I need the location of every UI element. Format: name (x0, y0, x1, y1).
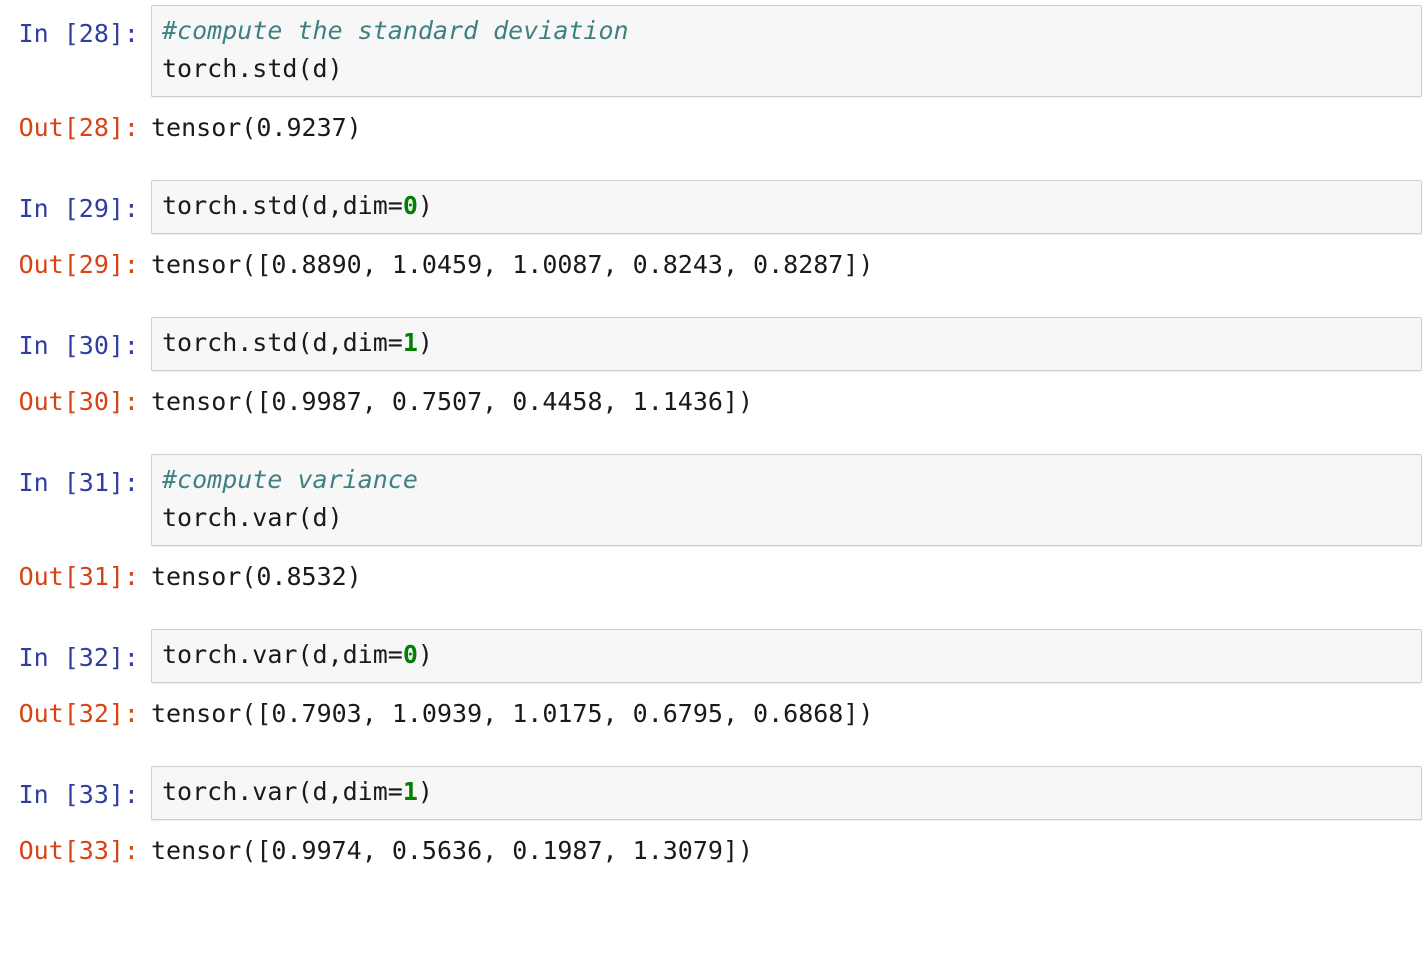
cell-output-text: tensor([0.9987, 0.7507, 0.4458, 1.1436]) (151, 387, 754, 416)
code-editor-area[interactable]: #compute the standard deviation torch.std… (151, 5, 1422, 97)
notebook-cell-list: In [28]: #compute the standard deviation t… (0, 0, 1425, 870)
code-token-plain: torch.var(d) (162, 503, 343, 532)
code-editor-area[interactable]: torch.var(d,dim=0) (151, 629, 1422, 683)
code-token-plain: torch.var(d,dim= (162, 777, 403, 806)
code-editor-area[interactable]: torch.var(d,dim=1) (151, 766, 1422, 820)
in-prompt-label: In [33]: (18, 780, 139, 809)
cell-output-text: tensor(0.9237) (151, 113, 362, 142)
code-editor-area[interactable]: torch.std(d,dim=0) (151, 180, 1422, 234)
code-token-plain: ) (417, 640, 433, 669)
out-prompt-label: Out[33]: (18, 836, 139, 865)
code-token-comment: #compute variance (162, 465, 418, 494)
code-cell-input-row: In [29]: torch.std(d,dim=0) (0, 180, 1425, 234)
notebook-cell[interactable]: In [28]: #compute the standard deviation t… (0, 5, 1425, 147)
cell-output-text: tensor([0.9974, 0.5636, 0.1987, 1.3079]) (151, 836, 754, 865)
code-cell-output-row: Out[28]: tensor(0.9237) (0, 105, 1425, 147)
code-editor-area[interactable]: #compute variance torch.var(d) (151, 454, 1422, 546)
code-cell-input-row: In [30]: torch.std(d,dim=1) (0, 317, 1425, 371)
code-token-plain: torch.std(d,dim= (162, 328, 403, 357)
code-cell-output-row: Out[32]: tensor([0.7903, 1.0939, 1.0175, … (0, 691, 1425, 733)
in-prompt-label: In [31]: (18, 468, 139, 497)
notebook-cell[interactable]: In [29]: torch.std(d,dim=0) Out[29]: tensor… (0, 180, 1425, 284)
cell-output-text: tensor([0.8890, 1.0459, 1.0087, 0.8243, … (151, 250, 874, 279)
code-cell-input-row: In [33]: torch.var(d,dim=1) (0, 766, 1425, 820)
in-prompt-label: In [30]: (18, 331, 139, 360)
notebook-cell[interactable]: In [32]: torch.var(d,dim=0) Out[32]: tensor… (0, 629, 1425, 733)
code-line: torch.std(d,dim=0) (162, 187, 1421, 225)
code-cell-input-row: In [32]: torch.var(d,dim=0) (0, 629, 1425, 683)
code-token-plain: ) (417, 777, 433, 806)
code-token-number: 1 (402, 777, 418, 806)
code-token-plain: torch.var(d,dim= (162, 640, 403, 669)
code-cell-input-row: In [28]: #compute the standard deviation t… (0, 5, 1425, 97)
code-line: #compute variance (162, 461, 1421, 499)
in-prompt-label: In [28]: (18, 19, 139, 48)
code-line: torch.var(d,dim=1) (162, 773, 1421, 811)
code-line: torch.std(d,dim=1) (162, 324, 1421, 362)
cell-output-text: tensor([0.7903, 1.0939, 1.0175, 0.6795, … (151, 699, 874, 728)
code-token-plain: ) (417, 328, 433, 357)
notebook-cell[interactable]: In [30]: torch.std(d,dim=1) Out[30]: tensor… (0, 317, 1425, 421)
code-token-plain: torch.std(d) (162, 54, 343, 83)
out-prompt-label: Out[32]: (18, 699, 139, 728)
notebook-cell[interactable]: In [31]: #compute variance torch.var(d) Out… (0, 454, 1425, 596)
code-token-plain: ) (417, 191, 433, 220)
code-cell-output-row: Out[29]: tensor([0.8890, 1.0459, 1.0087, … (0, 242, 1425, 284)
code-token-plain: torch.std(d,dim= (162, 191, 403, 220)
code-line: torch.var(d) (162, 499, 1421, 537)
code-cell-output-row: Out[33]: tensor([0.9974, 0.5636, 0.1987, … (0, 828, 1425, 870)
code-token-number: 1 (402, 328, 418, 357)
out-prompt-label: Out[28]: (18, 113, 139, 142)
code-line: #compute the standard deviation (162, 12, 1421, 50)
out-prompt-label: Out[30]: (18, 387, 139, 416)
code-cell-output-row: Out[31]: tensor(0.8532) (0, 554, 1425, 596)
code-cell-input-row: In [31]: #compute variance torch.var(d) (0, 454, 1425, 546)
cell-output-text: tensor(0.8532) (151, 562, 362, 591)
code-token-number: 0 (402, 640, 418, 669)
code-line: torch.var(d,dim=0) (162, 636, 1421, 674)
out-prompt-label: Out[31]: (18, 562, 139, 591)
in-prompt-label: In [32]: (18, 643, 139, 672)
code-line: torch.std(d) (162, 50, 1421, 88)
code-editor-area[interactable]: torch.std(d,dim=1) (151, 317, 1422, 371)
notebook-cell[interactable]: In [33]: torch.var(d,dim=1) Out[33]: tensor… (0, 766, 1425, 870)
code-token-comment: #compute the standard deviation (162, 16, 629, 45)
in-prompt-label: In [29]: (18, 194, 139, 223)
code-token-number: 0 (402, 191, 418, 220)
out-prompt-label: Out[29]: (18, 250, 139, 279)
code-cell-output-row: Out[30]: tensor([0.9987, 0.7507, 0.4458, … (0, 379, 1425, 421)
